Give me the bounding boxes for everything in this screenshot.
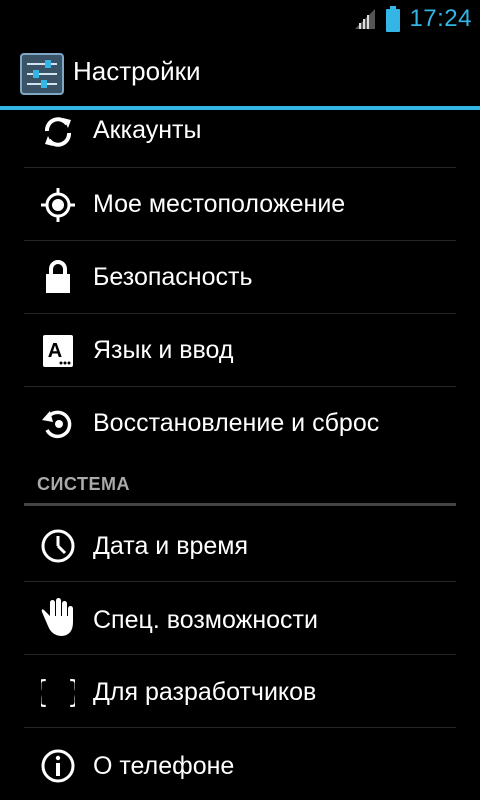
settings-item-label: Спец. возможности xyxy=(93,606,318,634)
battery-icon xyxy=(386,6,401,32)
settings-item-label: Язык и ввод xyxy=(93,336,234,364)
settings-item-label: Дата и время xyxy=(93,532,249,560)
settings-item-security[interactable]: Безопасность xyxy=(0,241,480,313)
status-time: 17:24 xyxy=(409,5,472,32)
clock-icon xyxy=(38,526,78,566)
braces-icon: { } xyxy=(38,671,78,711)
settings-item-label: О телефоне xyxy=(93,752,235,780)
page-title: Настройки xyxy=(73,56,201,86)
settings-item-date-time[interactable]: Дата и время xyxy=(0,508,480,580)
keyboard-language-icon: A xyxy=(38,331,78,371)
restore-icon xyxy=(38,404,78,444)
svg-text:{ }: { } xyxy=(41,675,75,710)
settings-item-language-input[interactable]: A Язык и ввод xyxy=(0,314,480,386)
info-icon xyxy=(38,746,78,786)
settings-item-accounts[interactable]: Аккаунты xyxy=(0,110,480,167)
action-bar: Настройки xyxy=(0,38,480,106)
settings-item-backup-reset[interactable]: Восстановление и сброс xyxy=(0,387,480,459)
sync-icon xyxy=(38,112,78,152)
status-bar: 17:24 xyxy=(0,0,480,38)
settings-sliders-icon[interactable] xyxy=(20,53,64,95)
settings-item-accessibility[interactable]: Спец. возможности xyxy=(0,582,480,654)
hand-icon xyxy=(38,598,78,638)
section-divider xyxy=(24,503,456,506)
settings-item-label: Мое местоположение xyxy=(93,190,346,218)
settings-item-developer-options[interactable]: { } Для разработчиков xyxy=(0,655,480,727)
settings-item-label: Безопасность xyxy=(93,263,253,291)
settings-item-label: Для разработчиков xyxy=(93,678,317,706)
signal-icon xyxy=(355,9,376,29)
settings-item-about-phone[interactable]: О телефоне xyxy=(0,728,480,800)
settings-item-label: Аккаунты xyxy=(93,116,202,144)
settings-item-location[interactable]: Мое местоположение xyxy=(0,168,480,240)
status-icons: 17:24 xyxy=(353,4,472,34)
lock-icon xyxy=(38,257,78,297)
location-target-icon xyxy=(38,185,78,225)
section-header-system: СИСТЕМА xyxy=(37,474,130,494)
svg-text:A: A xyxy=(48,340,62,362)
settings-item-label: Восстановление и сброс xyxy=(93,409,380,437)
